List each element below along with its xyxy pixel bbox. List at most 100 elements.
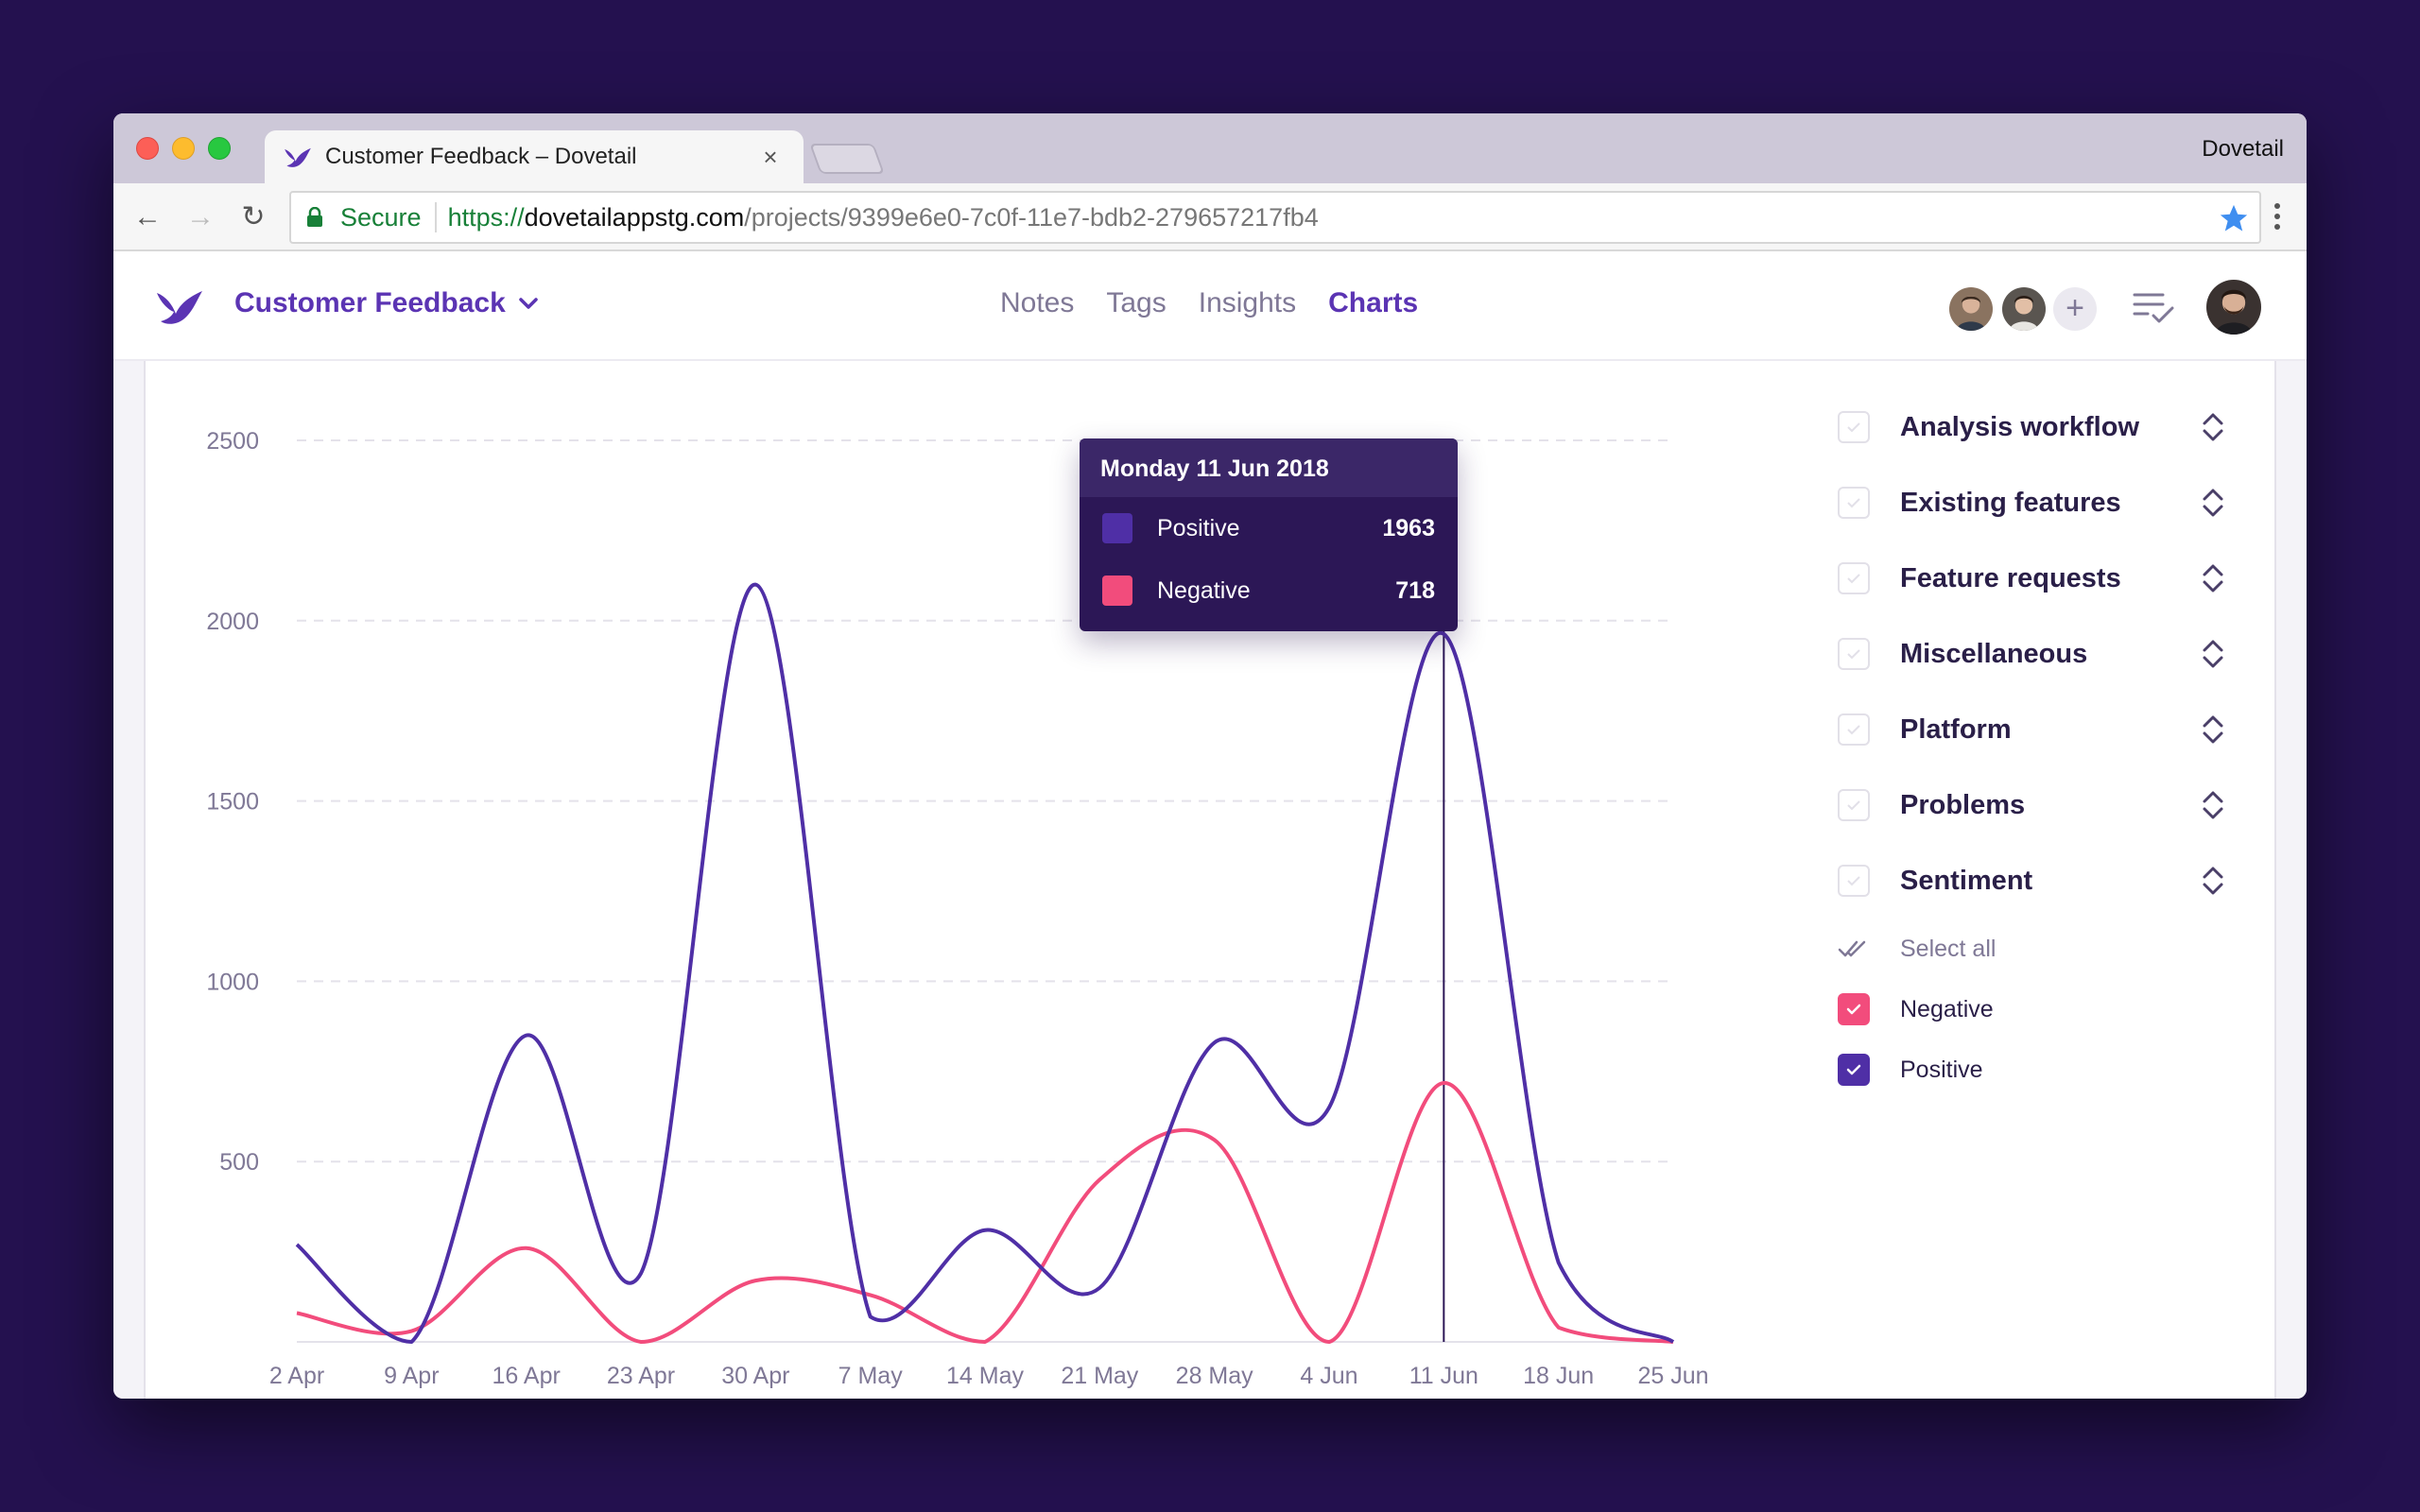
check-icon (1846, 1004, 1861, 1015)
check-icon (1847, 725, 1860, 735)
tooltip-row-positive: Positive 1963 (1080, 497, 1458, 559)
x-tick-label: 11 Jun (1409, 1363, 1478, 1389)
x-tick-label: 30 Apr (721, 1363, 789, 1389)
nav-tags[interactable]: Tags (1106, 287, 1166, 319)
x-tick-label: 21 May (1061, 1363, 1138, 1389)
x-tick-label: 23 Apr (607, 1363, 675, 1389)
expand-collapse-icon[interactable] (2199, 713, 2227, 747)
expand-collapse-icon[interactable] (2199, 561, 2227, 595)
x-tick-label: 25 Jun (1637, 1363, 1708, 1389)
browser-window: Customer Feedback – Dovetail × Dovetail … (113, 113, 2307, 1399)
select-all-label[interactable]: Select all (1900, 936, 1996, 963)
group-checkbox[interactable] (1838, 638, 1870, 670)
expand-collapse-icon[interactable] (2199, 486, 2227, 520)
main-nav: Notes Tags Insights Charts (1000, 287, 1450, 319)
check-icon (1847, 498, 1860, 508)
nav-charts[interactable]: Charts (1328, 287, 1418, 319)
group-checkbox[interactable] (1838, 789, 1870, 821)
browser-tab[interactable]: Customer Feedback – Dovetail × (265, 130, 804, 183)
check-icon (1847, 649, 1860, 660)
select-all-row[interactable]: Select all (1838, 919, 2254, 979)
nav-insights[interactable]: Insights (1199, 287, 1296, 319)
group-checkbox[interactable] (1838, 562, 1870, 594)
series-line-positive (295, 582, 1675, 1344)
check-icon (1847, 422, 1860, 433)
filter-group-label: Existing features (1900, 487, 2121, 518)
line-chart[interactable]: 500 1000 1500 2000 2500 2 Apr 9 Apr 16 Apr 23 Ap… (146, 361, 1828, 1399)
x-tick-label: 9 Apr (384, 1363, 439, 1389)
bookmark-star-icon[interactable] (2218, 202, 2250, 234)
positive-swatch (1102, 513, 1132, 543)
group-checkbox[interactable] (1838, 865, 1870, 897)
chart-tooltip: Monday 11 Jun 2018 Positive 1963 Negativ… (1080, 438, 1458, 631)
browser-profile-name[interactable]: Dovetail (2202, 136, 2284, 163)
secure-label: Secure (340, 202, 422, 232)
member-avatar[interactable] (2000, 285, 2048, 333)
lock-icon (307, 207, 322, 227)
tooltip-value: 718 (1395, 576, 1435, 604)
member-avatar[interactable] (1947, 285, 1995, 333)
tab-title: Customer Feedback – Dovetail (325, 144, 637, 169)
close-window-button[interactable] (136, 137, 159, 160)
tab-bar: Customer Feedback – Dovetail × Dovetail (113, 113, 2307, 183)
minimize-window-button[interactable] (172, 137, 195, 160)
positive-checkbox[interactable] (1838, 1054, 1870, 1086)
filter-group-label: Feature requests (1900, 562, 2121, 593)
filter-group-label: Sentiment (1900, 865, 2033, 896)
y-tick-label: 1000 (206, 969, 259, 995)
group-checkbox[interactable] (1838, 713, 1870, 746)
y-tick-label: 2500 (206, 428, 259, 455)
negative-swatch (1102, 576, 1132, 606)
project-name[interactable]: Customer Feedback (234, 287, 506, 319)
filter-group[interactable]: Feature requests (1838, 541, 2254, 616)
back-arrow-icon[interactable]: ← (130, 200, 164, 234)
tag-filter-list: Analysis workflow Existing features Feat… (1838, 389, 2254, 1100)
url-host: dovetailappstg.com (524, 202, 745, 232)
forward-arrow-icon[interactable]: → (183, 200, 217, 234)
omnibox-divider (434, 202, 437, 232)
filter-group-label: Analysis workflow (1900, 411, 2140, 442)
filter-group[interactable]: Miscellaneous (1838, 616, 2254, 692)
filter-option-label: Negative (1900, 995, 1994, 1022)
add-member-button[interactable]: + (2053, 287, 2097, 331)
filter-group[interactable]: Problems (1838, 767, 2254, 843)
expand-collapse-icon[interactable] (2199, 637, 2227, 671)
app-header: Customer Feedback Notes Tags Insights Ch… (113, 251, 2307, 361)
filter-option-positive[interactable]: Positive (1838, 1040, 2254, 1100)
tooltip-date: Monday 11 Jun 2018 (1080, 438, 1458, 497)
tasks-icon[interactable] (2133, 289, 2176, 327)
url-scheme: https:// (447, 202, 525, 232)
address-bar[interactable]: Secure https:// dovetailappstg.com /proj… (289, 191, 2261, 244)
filter-option-negative[interactable]: Negative (1838, 979, 2254, 1040)
reload-icon[interactable]: ↻ (236, 200, 270, 234)
nav-notes[interactable]: Notes (1000, 287, 1074, 319)
expand-collapse-icon[interactable] (2199, 788, 2227, 822)
group-checkbox[interactable] (1838, 487, 1870, 519)
x-tick-label: 16 Apr (493, 1363, 561, 1389)
y-tick-label: 2000 (206, 609, 259, 635)
x-tick-label: 2 Apr (269, 1363, 324, 1389)
user-avatar[interactable] (2204, 278, 2263, 336)
filter-group-label: Platform (1900, 713, 2012, 745)
double-check-icon (1838, 940, 1866, 957)
new-tab-button[interactable] (809, 144, 885, 174)
expand-collapse-icon[interactable] (2199, 864, 2227, 898)
chevron-down-icon[interactable] (516, 291, 541, 316)
filter-group[interactable]: Analysis workflow (1838, 389, 2254, 465)
expand-collapse-icon[interactable] (2199, 410, 2227, 444)
maximize-window-button[interactable] (208, 137, 231, 160)
browser-menu-icon[interactable] (2273, 200, 2282, 234)
dovetail-logo-icon[interactable] (155, 284, 204, 329)
check-icon (1847, 876, 1860, 886)
negative-checkbox[interactable] (1838, 993, 1870, 1025)
filter-group[interactable]: Sentiment (1838, 843, 2254, 919)
filter-group[interactable]: Existing features (1838, 465, 2254, 541)
tooltip-value: 1963 (1382, 514, 1435, 541)
tab-close-icon[interactable]: × (756, 143, 785, 172)
check-icon (1846, 1064, 1861, 1075)
x-tick-label: 7 May (838, 1363, 904, 1389)
y-tick-label: 500 (219, 1149, 259, 1176)
url-path: /projects/9399e6e0-7c0f-11e7-bdb2-279657… (744, 202, 1319, 232)
filter-group[interactable]: Platform (1838, 692, 2254, 767)
group-checkbox[interactable] (1838, 411, 1870, 443)
